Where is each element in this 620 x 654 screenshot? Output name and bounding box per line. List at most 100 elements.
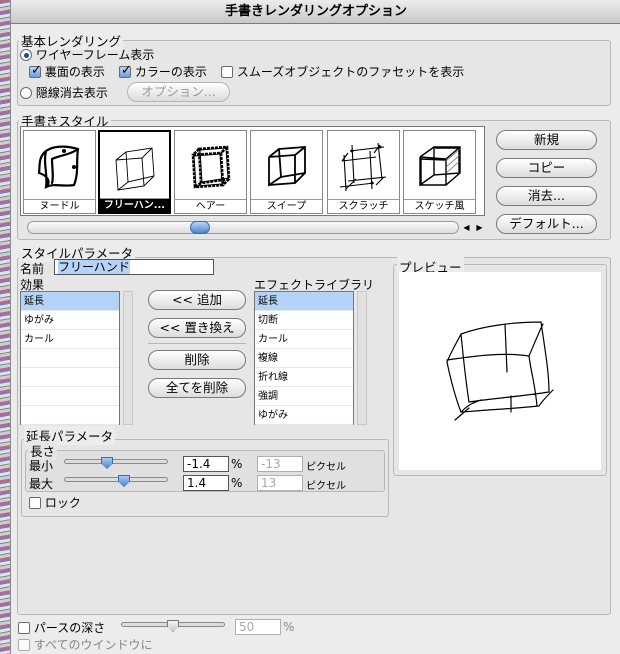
min-label: 最小 [29,459,54,473]
lock-label: ロック [44,496,81,510]
button-divider [148,343,246,344]
scratch-cube-icon [339,142,387,192]
min-px-value: -13 [261,457,281,471]
color-label: カラーの表示 [134,65,207,79]
list-item[interactable]: ゆがみ [255,406,353,425]
scroll-right-arrow-icon[interactable]: ▶ [473,221,486,234]
backface-checkbox[interactable] [29,63,42,78]
list-item[interactable]: カール [21,330,119,349]
color-option[interactable]: カラーの表示 [119,63,207,80]
style-thumbnail-strip: ヌードル フリーハン... ヘアー スイープ スクラッチ スケッチ風 [20,126,485,216]
style-thumb-hair[interactable]: ヘアー [174,130,247,214]
preview-canvas [399,272,601,470]
smooth-facet-label: スムーズオブジェクトのファセットを表示 [236,65,465,79]
effects-list[interactable]: 延長 ゆがみ カール [20,291,120,425]
style-label-hair: ヘアー [175,199,246,213]
style-thumb-sweep[interactable]: スイープ [250,130,323,214]
perspective-checkbox[interactable] [18,622,30,634]
wireframe-radio[interactable] [20,49,32,61]
perspective-option[interactable]: パースの深さ [18,619,105,636]
dialog-window: 手書きレンダリングオプション 基本レンダリング ワイヤーフレーム表示 裏面の表示… [10,0,620,654]
backface-option[interactable]: 裏面の表示 [29,63,105,80]
options-button[interactable]: オプション... [127,82,230,102]
max-px-unit: ピクセル [306,481,346,492]
replace-effect-button[interactable]: << 置き換え [148,318,246,338]
smooth-facet-checkbox[interactable] [221,66,233,78]
list-item[interactable]: 延長 [21,292,119,311]
sweep-cube-icon [268,146,306,187]
delete-all-effects-button[interactable]: 全てを削除 [148,378,246,398]
list-item[interactable] [21,406,119,425]
list-item[interactable]: 複線 [255,349,353,368]
sketch-cube-icon [419,146,461,187]
lock-option[interactable]: ロック [29,494,81,511]
list-item[interactable]: カール [255,330,353,349]
window-title: 手書きレンダリングオプション [11,0,620,24]
copy-style-button[interactable]: コピー [496,158,597,178]
perspective-depth-value: 50 [239,620,255,634]
color-checkbox[interactable] [119,63,132,78]
min-value-field[interactable]: -1.4 [183,456,229,472]
hidden-line-label: 隠線消去表示 [35,86,108,100]
hair-cube-icon [191,145,231,189]
preview-cube-icon [446,321,554,421]
name-label: 名前 [20,262,45,276]
freehand-cube-icon [115,147,155,191]
all-windows-option[interactable]: すべてのウインドウに [18,636,153,653]
style-scrollbar-thumb[interactable] [190,221,210,234]
all-windows-checkbox[interactable] [18,639,30,651]
list-item[interactable]: 延長 [255,292,353,311]
list-item[interactable]: ゆがみ [21,311,119,330]
style-label-noodle: ヌードル [24,199,95,213]
list-item[interactable] [21,368,119,387]
hidden-line-option[interactable]: 隠線消去表示 [20,84,108,101]
add-effect-button[interactable]: << 追加 [148,290,246,310]
min-value: -1.4 [187,457,211,471]
max-px-field[interactable]: 13 [257,475,303,491]
wireframe-option[interactable]: ワイヤーフレーム表示 [20,46,154,63]
delete-style-button[interactable]: 消去... [496,186,597,206]
style-thumb-freehand[interactable]: フリーハン... [98,130,171,214]
style-label-sweep: スイープ [251,199,322,213]
list-item[interactable] [21,387,119,406]
perspective-label: パースの深さ [33,621,106,635]
min-px-unit: ピクセル [306,462,346,473]
style-thumb-noodle[interactable]: ヌードル [23,130,96,214]
style-thumb-scratch[interactable]: スクラッチ [327,130,400,214]
noodle-cube-icon [37,145,80,189]
wireframe-label: ワイヤーフレーム表示 [35,48,155,62]
list-item[interactable]: 切断 [255,311,353,330]
new-style-button[interactable]: 新規 [496,130,597,150]
default-style-button[interactable]: デフォルト... [496,214,597,234]
hidden-line-radio[interactable] [20,87,32,99]
effect-library-list[interactable]: 延長 切断 カール 複線 折れ線 強調 ゆがみ [254,291,354,425]
style-scrollbar[interactable] [27,221,459,234]
scroll-left-arrow-icon[interactable]: ◀ [460,221,473,234]
smooth-facet-option[interactable]: スムーズオブジェクトのファセットを表示 [221,63,464,80]
style-label-freehand: フリーハン... [100,198,169,212]
list-item[interactable]: 強調 [255,387,353,406]
style-name-value: フリーハンド [58,260,130,274]
perspective-slider-knob[interactable] [167,620,179,632]
style-label-scratch: スクラッチ [328,199,399,213]
style-thumb-sketch[interactable]: スケッチ風 [403,130,476,214]
delete-effect-button[interactable]: 削除 [148,350,246,370]
max-slider[interactable] [64,477,168,482]
min-unit-label: % [231,457,243,471]
lock-checkbox[interactable] [29,497,41,509]
style-label-sketch: スケッチ風 [404,199,475,213]
min-px-field[interactable]: -13 [257,456,303,472]
perspective-depth-unit: % [283,620,295,634]
effects-list-scrollbar[interactable] [123,291,133,425]
backface-label: 裏面の表示 [44,65,105,79]
perspective-depth-field[interactable]: 50 [235,619,281,635]
min-slider[interactable] [64,459,168,464]
max-label: 最大 [29,477,54,491]
effect-library-scrollbar[interactable] [357,291,367,425]
list-item[interactable]: 折れ線 [255,368,353,387]
max-value-field[interactable]: 1.4 [183,475,229,491]
max-px-value: 13 [261,476,277,490]
list-item[interactable] [21,349,119,368]
all-windows-label: すべてのウインドウに [33,638,153,652]
style-name-field[interactable]: フリーハンド [54,259,214,275]
